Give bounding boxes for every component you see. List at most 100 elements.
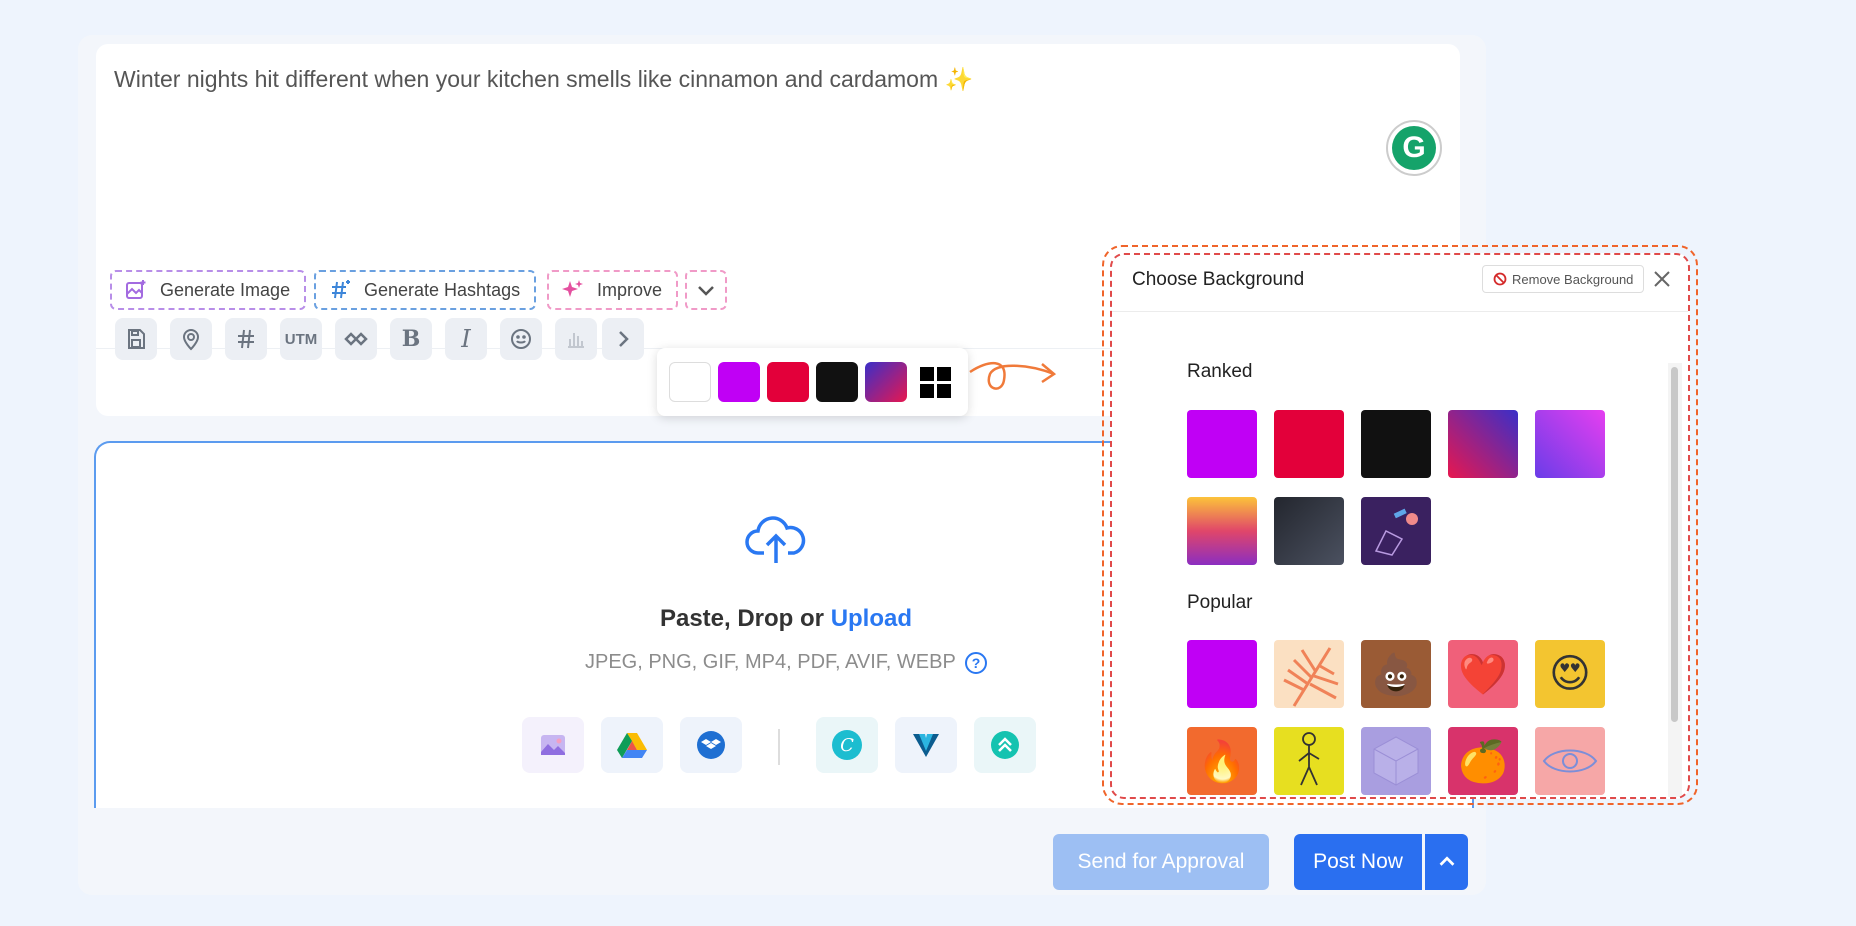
swatch-black[interactable] <box>816 362 858 402</box>
generate-hashtags-button[interactable]: Generate Hashtags <box>314 270 537 310</box>
more-ai-actions-button[interactable] <box>685 270 727 310</box>
link-diamond-icon <box>344 332 368 346</box>
ranked-bg-space[interactable] <box>1361 497 1431 565</box>
choose-background-panel: Choose Background Remove Background Rank… <box>1110 253 1690 799</box>
chevron-down-icon <box>698 286 714 296</box>
sources-divider <box>778 729 780 765</box>
walking-figure-icon <box>1298 732 1320 786</box>
popular-bg-eye[interactable] <box>1535 727 1605 795</box>
section-ranked-title: Ranked <box>1187 361 1253 382</box>
swatch-red[interactable] <box>767 362 809 402</box>
generate-image-button[interactable]: Generate Image <box>110 270 307 310</box>
bold-label: B <box>401 326 421 352</box>
popular-bg-cubes[interactable] <box>1361 727 1431 795</box>
post-text[interactable]: Winter nights hit different when your ki… <box>114 66 973 93</box>
generate-hashtags-label: Generate Hashtags <box>364 279 521 300</box>
popular-bg-heart-eyes[interactable]: 😍 <box>1535 640 1605 708</box>
bar-chart-icon <box>568 333 584 348</box>
italic-label: I <box>461 325 471 353</box>
ranked-bg-slate[interactable] <box>1274 497 1344 565</box>
canva-button[interactable]: C <box>816 717 878 773</box>
post-now-button[interactable]: Post Now <box>1294 834 1422 890</box>
double-chevron-up-icon <box>991 731 1019 759</box>
prohibited-icon <box>1493 272 1507 286</box>
panel-scrollbar-thumb[interactable] <box>1671 367 1678 722</box>
save-icon <box>128 329 145 349</box>
utm-label: UTM <box>284 330 318 348</box>
dropbox-button[interactable] <box>680 717 742 773</box>
popular-bg-leaf[interactable] <box>1274 640 1344 708</box>
popular-bg-purple[interactable] <box>1187 640 1257 708</box>
hashtag-button[interactable] <box>225 318 267 360</box>
ranked-bg-gradient-violet[interactable] <box>1535 410 1605 478</box>
palm-leaf-icon <box>1283 647 1339 707</box>
upload-link[interactable]: Upload <box>831 605 912 632</box>
integration-button[interactable] <box>974 717 1036 773</box>
grammarly-button[interactable]: G <box>1386 120 1442 176</box>
grid-icon <box>920 367 951 398</box>
sparkles-icon <box>562 280 583 297</box>
eye-icon <box>1542 749 1598 773</box>
google-drive-icon <box>617 733 647 758</box>
bold-button[interactable]: B <box>390 318 432 360</box>
save-draft-button[interactable] <box>115 318 157 360</box>
italic-button[interactable]: I <box>445 318 487 360</box>
improve-button[interactable]: Improve <box>547 270 679 310</box>
popular-bg-heart[interactable]: ❤️ <box>1448 640 1518 708</box>
media-library-button[interactable] <box>522 717 584 773</box>
arrow-doodle-icon <box>969 361 1057 390</box>
location-button[interactable] <box>170 318 212 360</box>
svg-text:C: C <box>840 735 854 756</box>
more-backgrounds-button[interactable] <box>914 362 956 402</box>
improve-label: Improve <box>597 279 663 300</box>
more-tools-button[interactable] <box>602 318 644 360</box>
composer-footer <box>78 808 1486 895</box>
grammarly-icon: G <box>1392 126 1436 170</box>
file-types-label: JPEG, PNG, GIF, MP4, PDF, AVIF, WEBP <box>584 651 956 673</box>
remove-background-label: Remove Background <box>1512 271 1634 287</box>
close-icon[interactable] <box>1650 267 1674 291</box>
poll-button[interactable] <box>555 318 597 360</box>
generate-image-label: Generate Image <box>160 279 291 300</box>
link-shortener-button[interactable] <box>335 318 377 360</box>
section-popular-title: Popular <box>1187 592 1253 613</box>
google-drive-button[interactable] <box>601 717 663 773</box>
hashtag-icon <box>238 329 254 349</box>
swatch-gradient[interactable] <box>865 362 907 402</box>
help-icon[interactable]: ? <box>965 651 988 674</box>
smiley-icon <box>511 329 531 349</box>
ranked-bg-purple[interactable] <box>1187 410 1257 478</box>
canva-icon: C <box>832 730 862 760</box>
background-color-popover <box>657 348 968 416</box>
panel-title: Choose Background <box>1132 269 1305 290</box>
emoji-button[interactable] <box>500 318 542 360</box>
location-pin-icon <box>182 329 200 351</box>
popular-bg-fire[interactable]: 🔥 <box>1187 727 1257 795</box>
remove-background-button[interactable]: Remove Background <box>1482 265 1645 293</box>
image-sparkle-icon <box>126 280 146 299</box>
popular-bg-orange[interactable]: 🍊 <box>1448 727 1518 795</box>
ranked-bg-red[interactable] <box>1274 410 1344 478</box>
image-gallery-icon <box>541 735 565 755</box>
ranked-bg-gradient-red-blue[interactable] <box>1448 410 1518 478</box>
send-for-approval-button[interactable]: Send for Approval <box>1053 834 1269 890</box>
ranked-bg-black[interactable] <box>1361 410 1431 478</box>
post-options-button[interactable] <box>1425 834 1468 890</box>
swatch-purple[interactable] <box>718 362 760 402</box>
popular-bg-poop[interactable]: 💩 <box>1361 640 1431 708</box>
utm-button[interactable]: UTM <box>280 318 322 360</box>
hashtag-sparkle-icon <box>332 280 350 299</box>
swatch-white[interactable] <box>669 362 711 402</box>
ranked-bg-sunset[interactable] <box>1187 497 1257 565</box>
chevron-up-icon <box>1439 856 1454 866</box>
dropbox-icon <box>697 731 725 759</box>
satellite-icon <box>1374 508 1418 556</box>
chevron-right-icon <box>619 331 629 347</box>
cloud-upload-icon <box>745 516 806 563</box>
vista-create-button[interactable] <box>895 717 957 773</box>
vista-icon <box>913 734 939 757</box>
popular-bg-walker[interactable] <box>1274 727 1344 795</box>
panel-divider <box>1112 311 1688 312</box>
upload-title-text: Paste, Drop or <box>659 605 831 632</box>
cube-pattern-icon <box>1373 736 1419 786</box>
